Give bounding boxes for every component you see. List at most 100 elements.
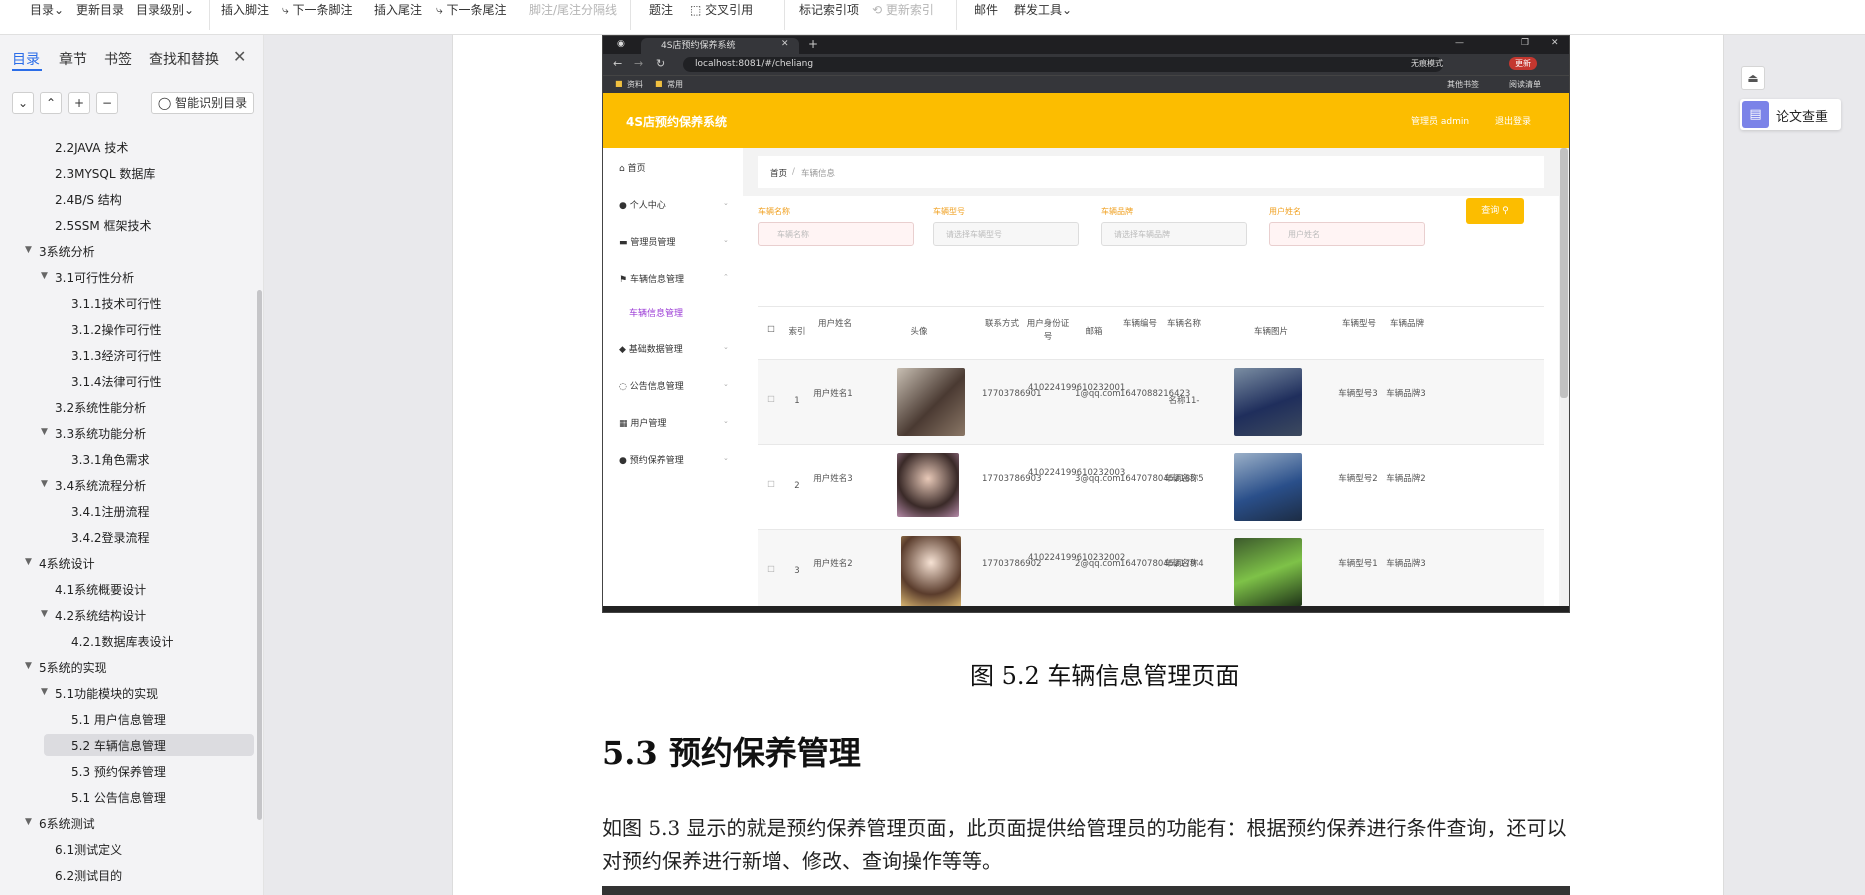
toc-level-dropdown[interactable]: 目录级别⌄ (136, 0, 194, 20)
vehicle-brand-select[interactable]: 请选择车辆品牌 (1101, 222, 1247, 246)
query-button[interactable]: 查询 ⚲ (1466, 198, 1524, 224)
toc-item[interactable]: 2.4B/S 结构 (55, 191, 122, 208)
car-image[interactable] (1234, 368, 1302, 436)
restore-icon[interactable]: ❐ (1521, 38, 1529, 48)
new-tab-icon[interactable]: + (808, 37, 818, 51)
column-header[interactable]: 联系方式 (980, 318, 1024, 331)
smart-toc-button[interactable]: ◯ 智能识别目录 (151, 92, 254, 114)
column-header[interactable]: 车辆编号 (1118, 318, 1162, 331)
forward-icon[interactable]: → (634, 57, 643, 70)
menu-users[interactable]: ▦ 用户管理 (619, 416, 666, 429)
menu-admin[interactable]: ▬ 管理员管理 (619, 235, 675, 248)
remove-item-button[interactable]: − (96, 92, 118, 114)
toc-item[interactable]: 2.2JAVA 技术 (55, 139, 128, 156)
toc-item[interactable]: 3系统分析 (39, 243, 95, 260)
toc-item[interactable]: 2.5SSM 框架技术 (55, 217, 152, 234)
menu-basic-data[interactable]: ◆ 基础数据管理 (619, 342, 683, 355)
avatar-image[interactable] (901, 536, 961, 612)
toc-item[interactable]: 3.3系统功能分析 (55, 425, 146, 442)
expand-triangle-icon[interactable]: ▼ (41, 427, 48, 437)
expand-triangle-icon[interactable]: ▼ (25, 557, 32, 567)
paper-check-button[interactable]: ▤ 论文查重 (1740, 99, 1841, 130)
toc-item[interactable]: 3.1.2操作可行性 (71, 321, 162, 338)
next-endnote-button[interactable]: ⤷ 下一条尾注 (436, 0, 507, 20)
next-footnote-button[interactable]: ⤷ 下一条脚注 (282, 0, 353, 20)
tab-find-replace[interactable]: 查找和替换 (149, 49, 219, 69)
toc-item[interactable]: 3.2系统性能分析 (55, 399, 146, 416)
toc-item[interactable]: 3.1.3经济可行性 (71, 347, 162, 364)
avatar-image[interactable] (897, 453, 959, 517)
toc-item[interactable]: 3.4.2登录流程 (71, 529, 150, 546)
row-checkbox[interactable]: ☐ (761, 564, 781, 577)
toc-item[interactable]: 3.1.4法律可行性 (71, 373, 162, 390)
toc-item[interactable]: 2.3MYSQL 数据库 (55, 165, 155, 182)
bookmark-item[interactable]: 常用 (667, 79, 683, 90)
mark-index-button[interactable]: 标记索引项 (799, 0, 859, 20)
toc-item[interactable]: 3.4.1注册流程 (71, 503, 150, 520)
vehicle-type-select[interactable]: 请选择车辆型号 (933, 222, 1079, 246)
update-badge[interactable]: 更新 (1509, 57, 1537, 70)
nav-scrollbar[interactable] (257, 290, 262, 820)
browser-tab[interactable]: 4S店预约保养系统 (641, 38, 799, 54)
toc-item[interactable]: 5.3 预约保养管理 (71, 763, 166, 780)
menu-profile[interactable]: ● 个人中心 (619, 198, 666, 211)
toc-item[interactable]: 5.1 用户信息管理 (71, 711, 166, 728)
update-toc-button[interactable]: 更新目录 (76, 0, 124, 20)
toc-item[interactable]: 3.1.1技术可行性 (71, 295, 162, 312)
insert-endnote-button[interactable]: 插入尾注 (374, 0, 422, 20)
close-tab-icon[interactable]: ✕ (781, 39, 789, 49)
insert-footnote-button[interactable]: 插入脚注 (221, 0, 269, 20)
vehicle-name-input[interactable]: 车辆名称 (758, 222, 914, 246)
toc-dropdown[interactable]: 目录⌄ (30, 0, 64, 20)
logout-link[interactable]: 退出登录 (1495, 114, 1531, 127)
address-bar[interactable]: localhost:8081/#/cheliang (683, 57, 1443, 72)
expand-triangle-icon[interactable]: ▼ (25, 661, 32, 671)
tab-chapters[interactable]: 章节 (59, 49, 87, 69)
toc-item[interactable]: 6系统测试 (39, 815, 95, 832)
column-header[interactable]: 车辆型号 (1336, 318, 1382, 331)
column-header[interactable]: 用户姓名 (811, 318, 859, 331)
car-image[interactable] (1234, 453, 1302, 521)
avatar-image[interactable] (897, 368, 965, 436)
toc-item[interactable]: 3.4系统流程分析 (55, 477, 146, 494)
mail-button[interactable]: 邮件 (974, 0, 998, 20)
menu-home[interactable]: ⌂ 首页 (619, 161, 646, 174)
select-all-checkbox[interactable]: ☐ (761, 324, 781, 337)
menu-notice[interactable]: ◌ 公告信息管理 (619, 379, 684, 392)
submenu-vehicle-info[interactable]: 车辆信息管理 (629, 306, 683, 319)
user-name-input[interactable]: 用户姓名 (1269, 222, 1425, 246)
column-header[interactable]: 邮箱 (1072, 326, 1116, 339)
car-image[interactable] (1234, 538, 1302, 606)
toc-item[interactable]: 4.1系统概要设计 (55, 581, 146, 598)
toc-item[interactable]: 6.2测试目的 (55, 867, 122, 884)
expand-triangle-icon[interactable]: ▼ (41, 479, 48, 489)
menu-maintenance[interactable]: ● 预约保养管理 (619, 453, 684, 466)
toc-item[interactable]: 5.1功能模块的实现 (55, 685, 158, 702)
bookmark-item[interactable]: 其他书签 (1447, 79, 1479, 90)
separator-line-button[interactable]: 脚注/尾注分隔线 (529, 0, 617, 20)
toc-item[interactable]: 3.1可行性分析 (55, 269, 134, 286)
row-checkbox[interactable]: ☐ (761, 479, 781, 492)
add-item-button[interactable]: + (68, 92, 90, 114)
expand-triangle-icon[interactable]: ▼ (25, 245, 32, 255)
toc-item[interactable]: 5系统的实现 (39, 659, 107, 676)
row-checkbox[interactable]: ☐ (761, 394, 781, 407)
move-up-button[interactable]: ⌃ (40, 92, 62, 114)
toc-item[interactable]: 3.3.1角色需求 (71, 451, 150, 468)
inner-scrollbar[interactable] (1560, 148, 1568, 398)
back-icon[interactable]: ← (613, 57, 622, 70)
bookmark-item[interactable]: 阅读清单 (1509, 79, 1541, 90)
column-header[interactable]: 车辆图片 (1208, 326, 1334, 339)
collapse-all-button[interactable]: ⌄ (12, 92, 34, 114)
mass-tools-dropdown[interactable]: 群发工具⌄ (1014, 0, 1072, 20)
toc-item[interactable]: 5.1 公告信息管理 (71, 789, 166, 806)
column-header[interactable]: 车辆名称 (1162, 318, 1206, 331)
close-window-icon[interactable]: ✕ (1551, 38, 1559, 48)
caption-button[interactable]: 题注 (649, 0, 673, 20)
expand-triangle-icon[interactable]: ▼ (41, 271, 48, 281)
expand-triangle-icon[interactable]: ▼ (25, 817, 32, 827)
column-header[interactable]: 车辆品牌 (1384, 318, 1430, 331)
bookmark-item[interactable]: 资料 (627, 79, 643, 90)
toc-item-selected[interactable]: 5.2 车辆信息管理 (71, 737, 166, 754)
update-index-button[interactable]: ⟲ 更新索引 (872, 0, 934, 20)
